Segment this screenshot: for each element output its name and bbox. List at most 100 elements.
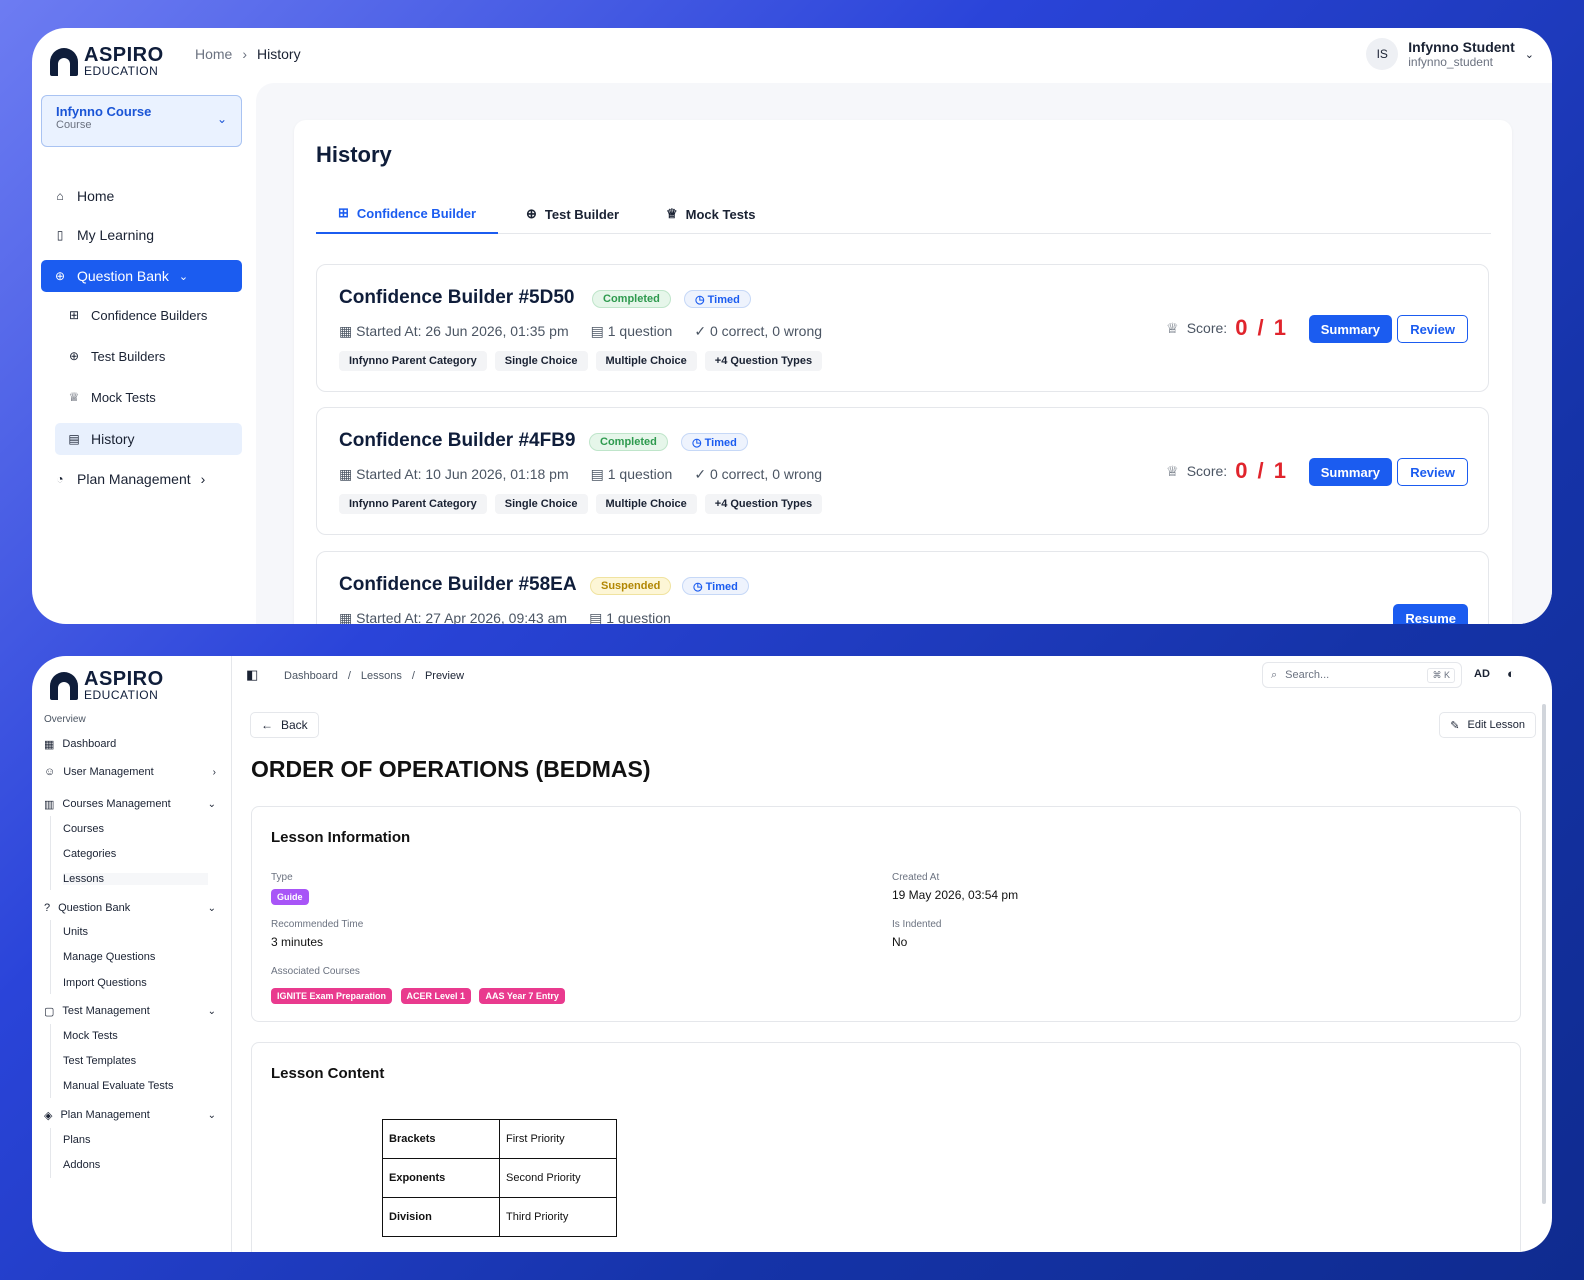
associated-courses: IGNITE Exam Preparation ACER Level 1 AAS…: [271, 986, 569, 1004]
nav-label: Test Builders: [91, 348, 166, 364]
breadcrumb-home[interactable]: Home: [195, 46, 232, 62]
scrollbar[interactable]: [1542, 704, 1546, 1204]
nav-courses[interactable]: Courses: [63, 823, 104, 835]
tree-line: [50, 1128, 51, 1178]
course-tag: AAS Year 7 Entry: [479, 988, 565, 1004]
nav-my-learning[interactable]: ▯ My Learning: [41, 219, 242, 251]
history-card: History ⊞ Confidence Builder ⊕ Test Builde…: [294, 120, 1512, 624]
course-tag: IGNITE Exam Preparation: [271, 988, 393, 1004]
course-selector[interactable]: Infynno Course Course ⌄: [41, 95, 242, 147]
summary-button[interactable]: Summary: [1308, 458, 1392, 486]
type-badge: Guide: [271, 889, 309, 905]
nav-mock-tests[interactable]: Mock Tests: [63, 1030, 118, 1042]
nav-lessons[interactable]: Lessons: [63, 873, 208, 885]
trophy-icon: ♕: [1166, 462, 1179, 479]
trophy-icon: ♕: [1166, 319, 1179, 336]
question-count: ▤ 1 question: [591, 466, 673, 483]
chevron-right-icon: ›: [200, 471, 206, 487]
trophy-icon: ♕: [68, 390, 80, 404]
nav-label: Plan Management: [60, 1109, 150, 1121]
chip: Multiple Choice: [595, 494, 697, 514]
book-icon: ▯: [56, 228, 64, 242]
nav-courses-management[interactable]: ▥ Courses Management ⌄: [44, 793, 224, 815]
nav-plan-management[interactable]: ◔ Plan Management ›: [41, 463, 242, 495]
started-text: Started At: 27 Apr 2026, 09:43 am: [356, 610, 568, 624]
nav-units[interactable]: Units: [63, 926, 88, 938]
document-icon: ▤: [590, 466, 608, 482]
avatar[interactable]: AD: [1474, 668, 1490, 680]
nav-addons[interactable]: Addons: [63, 1159, 100, 1171]
nav-home[interactable]: ⌂ Home: [41, 180, 242, 212]
breadcrumb-lessons[interactable]: Lessons: [361, 670, 402, 682]
question-count: ▤ 1 question: [591, 323, 673, 340]
student-history-panel: ASPIRO EDUCATION Home › History IS Infynn…: [32, 28, 1552, 624]
nav-manual-evaluate[interactable]: Manual Evaluate Tests: [63, 1080, 173, 1092]
tab-confidence-builder[interactable]: ⊞ Confidence Builder: [316, 194, 499, 234]
search-input[interactable]: ⌕ Search... ⌘ K: [1262, 662, 1462, 688]
nav-test-templates[interactable]: Test Templates: [63, 1055, 136, 1067]
nav-confidence-builders[interactable]: ⊞ Confidence Builders: [41, 299, 242, 331]
sidebar-toggle-icon[interactable]: ◧: [246, 667, 258, 683]
brand-sub: EDUCATION: [84, 64, 159, 78]
nav-label: Test Management: [62, 1005, 150, 1017]
table-row: Brackets First Priority: [382, 1119, 617, 1159]
aspiro-logo[interactable]: ASPIRO EDUCATION: [50, 669, 164, 702]
nav-plans[interactable]: Plans: [63, 1134, 91, 1146]
clock-icon: ◷: [693, 581, 706, 593]
questions-text: 1 question: [606, 610, 671, 624]
course-tag: ACER Level 1: [400, 988, 472, 1004]
logo-mark-icon: [50, 48, 78, 76]
theme-toggle-icon[interactable]: ◐: [1507, 666, 1515, 681]
nav-user-management[interactable]: ☺ User Management ›: [44, 761, 224, 783]
nav-dashboard[interactable]: ▦ Dashboard: [44, 733, 224, 755]
nav-categories[interactable]: Categories: [63, 848, 116, 860]
nav-manage-questions[interactable]: Manage Questions: [63, 951, 155, 963]
edit-label: Edit Lesson: [1467, 719, 1525, 731]
nav-test-management[interactable]: ▢ Test Management ⌄: [44, 1000, 224, 1022]
started-text: Started At: 10 Jun 2026, 01:18 pm: [356, 466, 569, 482]
nav-test-builders[interactable]: ⊕ Test Builders: [41, 340, 242, 372]
user-menu[interactable]: IS Infynno Student infynno_student ⌄: [1366, 38, 1534, 70]
search-icon: ⌕: [1271, 668, 1278, 681]
admin-lesson-panel: ASPIRO EDUCATION Overview ▦ Dashboard ☺ Use…: [32, 656, 1552, 1252]
tab-test-builder[interactable]: ⊕ Test Builder: [526, 194, 619, 234]
resume-button[interactable]: Resume: [1393, 604, 1468, 624]
chips: Infynno Parent Category Single Choice Mu…: [339, 494, 823, 514]
nav-question-bank[interactable]: ⊕ Question Bank ⌄: [41, 260, 242, 292]
globe-icon: ⊕: [54, 269, 66, 283]
summary-button[interactable]: Summary: [1308, 315, 1392, 343]
table-cell: Division: [382, 1197, 500, 1237]
tabs: ⊞ Confidence Builder ⊕ Test Builder ♕ Mock …: [316, 194, 1491, 234]
review-button[interactable]: Review: [1397, 458, 1468, 486]
lesson-information-card: Lesson Information Type Guide Recommende…: [251, 806, 1521, 1022]
shortcut-hint: ⌘ K: [1427, 668, 1455, 683]
started-at: ▦ Started At: 26 Jun 2026, 01:35 pm: [339, 323, 569, 340]
indented-value: No: [892, 935, 908, 949]
clock-icon: ◷: [692, 437, 705, 449]
nav-question-bank[interactable]: ? Question Bank ⌄: [44, 897, 224, 919]
home-icon: ⌂: [56, 189, 64, 203]
nav-label: Home: [77, 188, 115, 204]
nav-history[interactable]: ▤ History: [55, 423, 242, 455]
tree-line: [50, 816, 51, 890]
tab-mock-tests[interactable]: ♕ Mock Tests: [666, 194, 756, 234]
nav-mock-tests[interactable]: ♕ Mock Tests: [41, 381, 242, 413]
review-button[interactable]: Review: [1397, 315, 1468, 343]
rss-icon: ◔: [56, 472, 64, 486]
nav-import-questions[interactable]: Import Questions: [63, 977, 147, 989]
user-name: Infynno Student: [1408, 39, 1515, 55]
item-title: Confidence Builder #58EA: [339, 574, 577, 595]
admin-sidebar: ASPIRO EDUCATION Overview ▦ Dashboard ☺ Use…: [32, 656, 232, 1252]
breadcrumb-current: Preview: [424, 670, 465, 682]
table-cell: Exponents: [382, 1158, 500, 1198]
result: ✓ 0 correct, 0 wrong: [694, 323, 822, 340]
edit-lesson-button[interactable]: ✎ Edit Lesson: [1439, 712, 1536, 738]
chevron-down-icon: ⌄: [207, 1109, 216, 1121]
breadcrumb-dashboard[interactable]: Dashboard: [284, 670, 338, 682]
nav-plan-management[interactable]: ◈ Plan Management ⌄: [44, 1104, 224, 1126]
edit-icon: ✎: [1450, 719, 1460, 732]
back-button[interactable]: ← Back: [250, 712, 319, 738]
aspiro-logo[interactable]: ASPIRO EDUCATION: [50, 45, 164, 78]
tab-label: Confidence Builder: [356, 205, 477, 221]
calendar-icon: ▦: [339, 466, 357, 482]
